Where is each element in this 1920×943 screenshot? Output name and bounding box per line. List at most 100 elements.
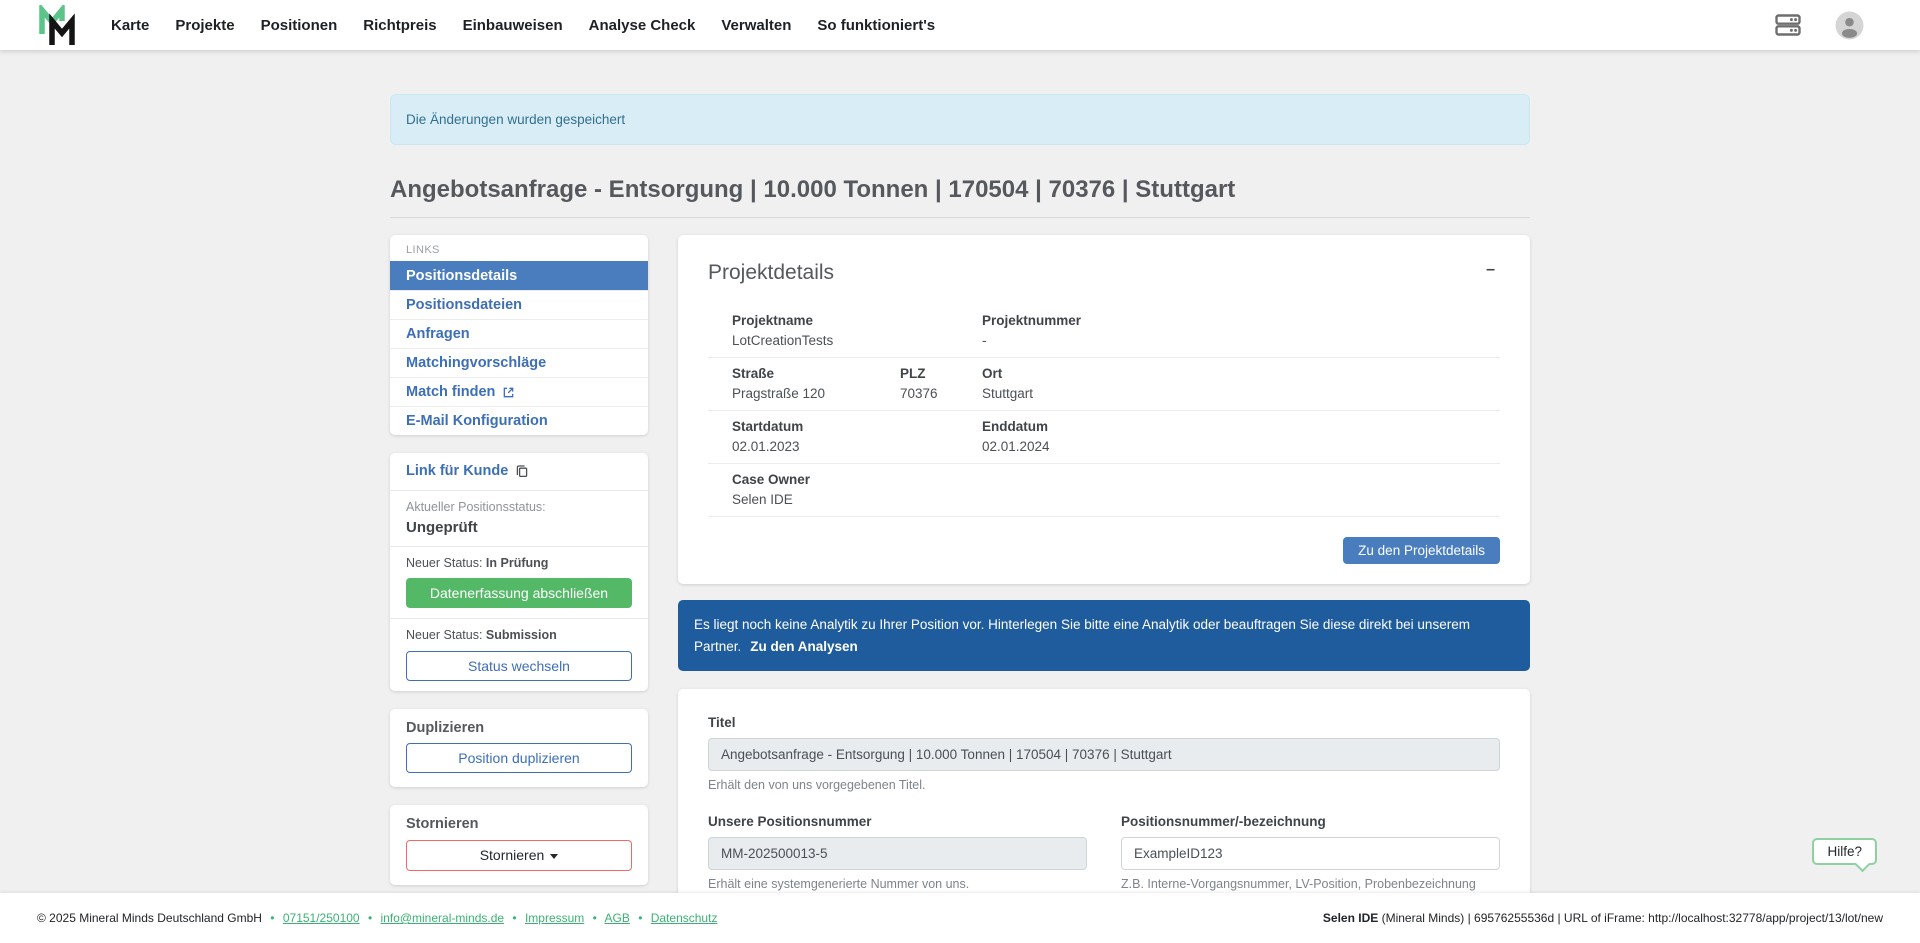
user-avatar-icon[interactable] — [1835, 11, 1864, 40]
next-status-section-1: Neuer Status: In Prüfung Datenerfassung … — [390, 547, 648, 620]
server-stack-icon[interactable] — [1775, 12, 1801, 38]
cancel-card: Stornieren Stornieren — [390, 805, 648, 884]
nav-item-projekte[interactable]: Projekte — [175, 17, 234, 34]
field-value: - — [982, 333, 1500, 349]
footer-separator: • — [368, 911, 372, 925]
customer-link[interactable]: Link für Kunde — [406, 463, 529, 479]
project-details-row: Projektname LotCreationTests Projektnumm… — [708, 305, 1500, 358]
our-position-number-group: Unsere Positionsnummer Erhält eine syste… — [708, 814, 1087, 891]
new-status-line-2: Neuer Status: Submission — [406, 628, 632, 644]
footer-separator: • — [638, 911, 642, 925]
project-details-row: Straße Pragstraße 120 PLZ 70376 Ort Stut… — [708, 358, 1500, 411]
alert-text: Die Änderungen wurden gespeichert — [406, 112, 625, 127]
footer-separator: • — [593, 911, 597, 925]
sidebar-item-label: Positionsdetails — [406, 268, 517, 284]
footer-user-name: Selen IDE — [1323, 911, 1378, 925]
sidebar-item-positionsdetails[interactable]: Positionsdetails — [390, 261, 648, 290]
field-value: Pragstraße 120 — [732, 386, 900, 402]
customer-link-section: Link für Kunde — [390, 453, 648, 491]
title-field-label: Titel — [708, 715, 1500, 730]
duplicate-card: Duplizieren Position duplizieren — [390, 709, 648, 787]
field-value: Stuttgart — [982, 386, 1500, 402]
sidebar-item-label: Positionsdateien — [406, 297, 522, 313]
cancel-dropdown-label: Stornieren — [480, 847, 545, 863]
field-label: Enddatum — [982, 419, 1500, 435]
nav-item-positionen[interactable]: Positionen — [261, 17, 338, 34]
footer-left: © 2025 Mineral Minds Deutschland GmbH • … — [37, 911, 717, 925]
nav-item-verwalten[interactable]: Verwalten — [721, 17, 791, 34]
field-label: Projektnummer — [982, 313, 1500, 329]
footer-separator: • — [512, 911, 516, 925]
footer-agb-link[interactable]: AGB — [605, 911, 630, 925]
position-number-group: Positionsnummer/-bezeichnung Z.B. Intern… — [1121, 814, 1500, 891]
switch-status-button[interactable]: Status wechseln — [406, 651, 632, 681]
field-label: Case Owner — [732, 472, 1500, 488]
footer-datenschutz-link[interactable]: Datenschutz — [651, 911, 718, 925]
field-value: LotCreationTests — [732, 333, 982, 349]
position-number-input[interactable] — [1121, 837, 1500, 870]
footer-separator: • — [270, 911, 274, 925]
footer-impressum-link[interactable]: Impressum — [525, 911, 584, 925]
page-title: Angebotsanfrage - Entsorgung | 10.000 To… — [390, 176, 1530, 204]
sidebar-item-matchingvorschlaege[interactable]: Matchingvorschläge — [390, 348, 648, 377]
field-value: Selen IDE — [732, 492, 1500, 508]
go-to-project-details-button[interactable]: Zu den Projektdetails — [1343, 537, 1500, 564]
nav-item-karte[interactable]: Karte — [111, 17, 149, 34]
footer-phone-link[interactable]: 07151/250100 — [283, 911, 360, 925]
new-status-label: Neuer Status: — [406, 628, 486, 642]
nav-item-richtpreis[interactable]: Richtpreis — [363, 17, 436, 34]
links-card-header: LINKS — [390, 235, 648, 261]
project-details-row: Startdatum 02.01.2023 Enddatum 02.01.202… — [708, 411, 1500, 464]
collapse-card-button[interactable]: – — [1481, 261, 1500, 279]
complete-data-entry-button[interactable]: Datenerfassung abschließen — [406, 578, 632, 608]
sidebar-item-email-konfiguration[interactable]: E-Mail Konfiguration — [390, 406, 648, 435]
duplicate-card-title: Duplizieren — [406, 720, 632, 736]
navbar-actions — [1775, 11, 1864, 40]
new-status-value: In Prüfung — [486, 556, 549, 570]
sidebar-item-label: E-Mail Konfiguration — [406, 413, 548, 429]
title-field-group: Titel Erhält den von uns vorgegebenen Ti… — [708, 715, 1500, 792]
next-status-section-2: Neuer Status: Submission Status wechseln — [390, 619, 648, 691]
field-label: Ort — [982, 366, 1500, 382]
main-content: Projektdetails – Projektname LotCreation… — [678, 235, 1530, 893]
position-number-help: Z.B. Interne-Vorgangsnummer, LV-Position… — [1121, 877, 1500, 891]
save-success-alert: Die Änderungen wurden gespeichert — [390, 94, 1530, 145]
sidebar: LINKS Positionsdetails Positionsdateien … — [390, 235, 648, 893]
duplicate-position-button[interactable]: Position duplizieren — [406, 743, 632, 773]
sidebar-item-label: Anfragen — [406, 326, 470, 342]
nav-item-so-funktionierts[interactable]: So funktioniert's — [817, 17, 935, 34]
new-status-line-1: Neuer Status: In Prüfung — [406, 556, 632, 572]
go-to-analyses-link[interactable]: Zu den Analysen — [750, 639, 858, 654]
position-number-label: Positionsnummer/-bezeichnung — [1121, 814, 1500, 829]
help-button[interactable]: Hilfe? — [1812, 838, 1877, 865]
cancel-dropdown-button[interactable]: Stornieren — [406, 840, 632, 870]
status-card: Link für Kunde Aktueller Positionsstatus… — [390, 453, 648, 691]
field-value: 70376 — [900, 386, 982, 402]
footer: © 2025 Mineral Minds Deutschland GmbH • … — [0, 893, 1920, 943]
chevron-down-icon — [550, 854, 558, 859]
field-label: Startdatum — [732, 419, 982, 435]
analytics-banner: Es liegt noch keine Analytik zu Ihrer Po… — [678, 600, 1530, 671]
new-status-label: Neuer Status: — [406, 556, 486, 570]
cancel-card-title: Stornieren — [406, 816, 632, 832]
project-details-fields: Projektname LotCreationTests Projektnumm… — [708, 305, 1500, 517]
field-label: Projektname — [732, 313, 982, 329]
project-details-row: Case Owner Selen IDE — [708, 464, 1500, 517]
page-body: Die Änderungen wurden gespeichert Angebo… — [0, 50, 1920, 893]
current-status-label: Aktueller Positionsstatus: — [406, 500, 632, 516]
footer-email-link[interactable]: info@mineral-minds.de — [380, 911, 504, 925]
copy-icon — [515, 464, 529, 478]
sidebar-item-anfragen[interactable]: Anfragen — [390, 319, 648, 348]
field-label: Straße — [732, 366, 900, 382]
position-form-card: Titel Erhält den von uns vorgegebenen Ti… — [678, 689, 1530, 893]
brand-logo[interactable] — [37, 5, 81, 45]
sidebar-item-match-finden[interactable]: Match finden — [390, 377, 648, 406]
nav-item-analyse-check[interactable]: Analyse Check — [589, 17, 696, 34]
our-position-number-help: Erhält eine systemgenerierte Nummer von … — [708, 877, 1087, 891]
sidebar-item-positionsdateien[interactable]: Positionsdateien — [390, 290, 648, 319]
nav-item-einbauweisen[interactable]: Einbauweisen — [463, 17, 563, 34]
sidebar-item-label: Matchingvorschläge — [406, 355, 546, 371]
current-status-value: Ungeprüft — [406, 519, 632, 536]
current-status-section: Aktueller Positionsstatus: Ungeprüft — [390, 491, 648, 547]
customer-link-label: Link für Kunde — [406, 463, 508, 479]
